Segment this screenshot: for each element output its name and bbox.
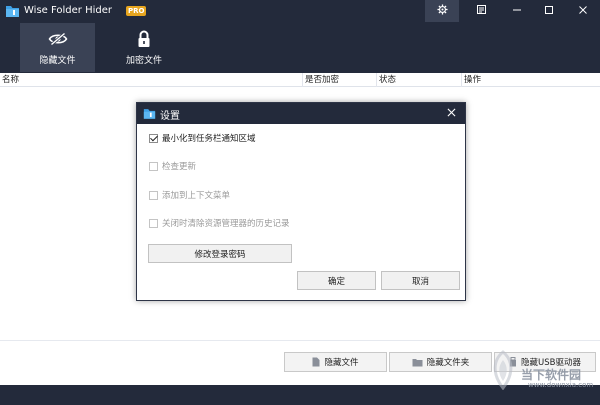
app-logo-icon [5,4,20,18]
tab-label: 隐藏文件 [39,56,76,66]
tab-hide-files[interactable]: 隐藏文件 [20,23,95,72]
checkbox-minimize-to-tray[interactable] [149,133,158,143]
menu-icon [476,5,486,17]
settings-button[interactable] [425,0,459,22]
maximize-icon [544,5,554,18]
hide-file-label: 隐藏文件 [324,358,359,368]
maximize-button[interactable] [532,0,566,22]
app-title: Wise Folder Hider [24,5,112,16]
option-label: 关闭时清除资源管理器的历史记录 [162,219,290,229]
tab-label: 加密文件 [125,56,162,66]
menu-button[interactable] [464,0,498,22]
file-list-header: 名称 是否加密 状态 操作 [0,73,600,87]
hide-folder-label: 隐藏文件夹 [426,358,470,368]
dialog-close-button[interactable] [443,106,459,121]
file-icon [312,357,320,367]
lock-icon [137,30,151,48]
checkbox-check-updates[interactable] [149,161,158,171]
option-clear-history[interactable]: 关闭时清除资源管理器的历史记录 [149,217,290,229]
app-logo-icon [143,107,156,120]
column-header-actions[interactable]: 操作 [462,73,600,87]
folder-icon [412,358,423,367]
column-header-name[interactable]: 名称 [0,73,303,87]
close-icon [578,5,588,18]
minimize-button[interactable] [500,0,534,22]
dialog-title-bar: 设置 [137,103,465,124]
column-header-encrypted[interactable]: 是否加密 [303,73,377,87]
eye-slash-icon [48,30,68,48]
tab-encrypt-files[interactable]: 加密文件 [105,23,183,72]
pro-badge: PRO [126,6,147,16]
option-label: 最小化到任务栏通知区域 [162,134,256,144]
option-minimize-to-tray[interactable]: 最小化到任务栏通知区域 [149,132,256,144]
option-context-menu[interactable]: 添加到上下文菜单 [149,189,230,201]
settings-dialog: 设置 最小化到任务栏通知区域 检查更新 添加到上下文菜单 关闭时清除资源管理器的… [136,102,466,301]
ok-button[interactable]: 确定 [297,271,376,290]
settings-gear-icon [436,4,448,18]
title-bar: Wise Folder Hider PRO [0,0,600,22]
column-header-status[interactable]: 状态 [377,73,462,87]
checkbox-context-menu[interactable] [149,190,158,200]
option-check-updates[interactable]: 检查更新 [149,160,196,172]
app-header: Wise Folder Hider PRO 隐藏文件 加密文件 [0,0,600,73]
hide-file-button[interactable]: 隐藏文件 [284,352,387,372]
close-icon [447,108,456,120]
change-password-button[interactable]: 修改登录密码 [148,244,292,263]
checkbox-clear-history[interactable] [149,218,158,228]
option-label: 检查更新 [162,162,197,172]
close-button[interactable] [566,0,600,22]
dialog-title: 设置 [160,111,180,122]
watermark-url: www.downxia.com [528,381,594,389]
watermark-logo-icon [488,350,518,391]
minimize-icon [512,5,522,18]
option-label: 添加到上下文菜单 [162,191,231,201]
cancel-button[interactable]: 取消 [381,271,460,290]
hide-folder-button[interactable]: 隐藏文件夹 [389,352,492,372]
